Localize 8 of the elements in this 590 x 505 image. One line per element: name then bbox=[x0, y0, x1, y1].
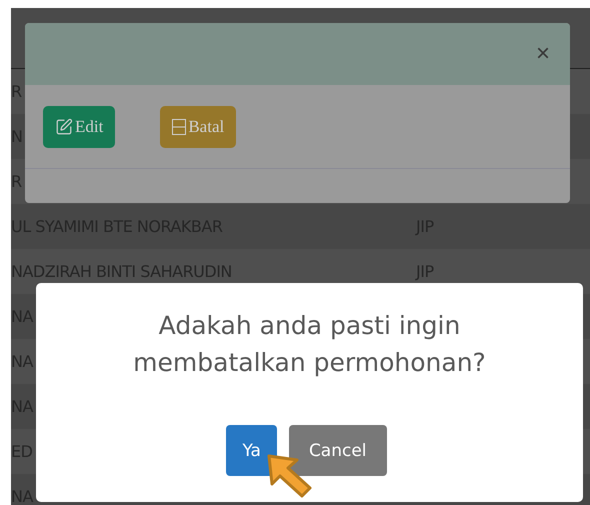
cancel-button[interactable]: Batal bbox=[160, 106, 236, 148]
edit-icon bbox=[55, 118, 73, 136]
confirm-button[interactable]: Ya bbox=[226, 425, 277, 476]
edit-button[interactable]: Edit bbox=[43, 106, 116, 148]
missing-glyph-icon bbox=[172, 118, 186, 134]
close-button[interactable]: × bbox=[532, 42, 554, 66]
dialog-message: Adakah anda pasti ingin membatalkan permohonan? bbox=[132, 310, 487, 379]
cancel-button[interactable]: Cancel bbox=[288, 425, 387, 476]
